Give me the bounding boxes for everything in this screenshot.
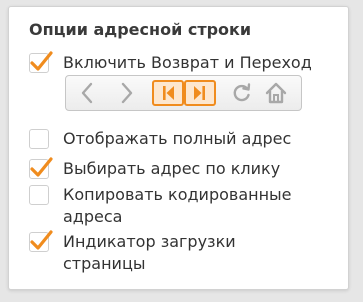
option-label: Отображать полный адрес xyxy=(63,129,292,148)
checkmark-icon xyxy=(30,230,53,250)
checkbox[interactable] xyxy=(29,185,49,205)
checkbox[interactable] xyxy=(29,157,53,179)
fast-forward-icon xyxy=(194,86,205,100)
option-label: Выбирать адрес по клику xyxy=(63,159,281,178)
forward-arrow-icon xyxy=(121,82,133,104)
rewind-icon xyxy=(163,86,174,100)
option-label: Копировать кодированные адреса xyxy=(63,185,292,226)
address-bar-options-panel: Опции адресной строки Включить Возврат и… xyxy=(8,6,349,290)
back-arrow-icon xyxy=(81,82,93,104)
forward-button[interactable] xyxy=(110,80,142,106)
section-title: Опции адресной строки xyxy=(29,20,252,39)
checkbox[interactable] xyxy=(29,129,49,149)
navigation-buttons-group xyxy=(65,75,302,111)
checkmark-icon xyxy=(30,157,53,177)
option-label: Индикатор загрузки страницы xyxy=(63,232,236,273)
home-icon xyxy=(265,82,287,104)
back-button[interactable] xyxy=(72,80,104,106)
rewind-button[interactable] xyxy=(152,80,184,106)
checkmark-icon xyxy=(30,51,53,71)
fast-forward-button[interactable] xyxy=(184,80,216,106)
reload-button[interactable] xyxy=(226,80,258,106)
reload-icon xyxy=(233,83,251,102)
checkbox[interactable] xyxy=(29,230,53,252)
option-label: Включить Возврат и Переход xyxy=(63,53,312,72)
home-button[interactable] xyxy=(260,80,292,106)
checkbox[interactable] xyxy=(29,51,53,73)
